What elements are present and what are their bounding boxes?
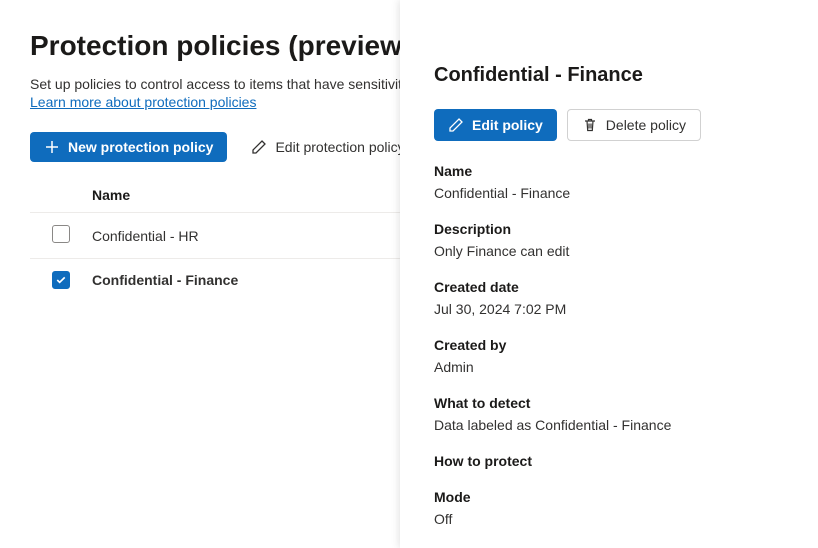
edit-icon bbox=[251, 139, 267, 155]
field-created-by: Created by Admin bbox=[434, 337, 784, 375]
field-created-date: Created date Jul 30, 2024 7:02 PM bbox=[434, 279, 784, 317]
field-how-to-protect: How to protect bbox=[434, 453, 784, 469]
field-value: Jul 30, 2024 7:02 PM bbox=[434, 301, 784, 317]
field-value: Off bbox=[434, 511, 784, 527]
field-label: Mode bbox=[434, 489, 784, 505]
field-label: Description bbox=[434, 221, 784, 237]
delete-icon bbox=[582, 117, 598, 133]
plus-icon bbox=[44, 139, 60, 155]
learn-more-link[interactable]: Learn more about protection policies bbox=[30, 94, 256, 110]
field-value: Only Finance can edit bbox=[434, 243, 784, 259]
edit-policy-button[interactable]: Edit policy bbox=[434, 109, 557, 141]
field-label: Created by bbox=[434, 337, 784, 353]
edit-policy-label: Edit policy bbox=[472, 117, 543, 133]
row-checkbox[interactable] bbox=[52, 225, 70, 243]
field-mode: Mode Off bbox=[434, 489, 784, 527]
field-label: Created date bbox=[434, 279, 784, 295]
edit-policy-toolbar-label: Edit protection policy bbox=[275, 139, 404, 155]
field-description: Description Only Finance can edit bbox=[434, 221, 784, 259]
details-panel: Confidential - Finance Edit policy Delet… bbox=[400, 0, 818, 548]
field-value: Confidential - Finance bbox=[434, 185, 784, 201]
edit-icon bbox=[448, 117, 464, 133]
new-policy-label: New protection policy bbox=[68, 139, 213, 155]
field-label: How to protect bbox=[434, 453, 784, 469]
delete-policy-label: Delete policy bbox=[606, 117, 686, 133]
panel-title: Confidential - Finance bbox=[434, 64, 784, 87]
new-protection-policy-button[interactable]: New protection policy bbox=[30, 132, 227, 162]
field-label: What to detect bbox=[434, 395, 784, 411]
field-value: Data labeled as Confidential - Finance bbox=[434, 417, 784, 433]
field-name: Name Confidential - Finance bbox=[434, 163, 784, 201]
row-checkbox[interactable] bbox=[52, 271, 70, 289]
panel-actions: Edit policy Delete policy bbox=[434, 109, 784, 141]
edit-protection-policy-button[interactable]: Edit protection policy bbox=[237, 132, 418, 162]
delete-policy-button[interactable]: Delete policy bbox=[567, 109, 701, 141]
field-label: Name bbox=[434, 163, 784, 179]
field-value: Admin bbox=[434, 359, 784, 375]
field-what-to-detect: What to detect Data labeled as Confident… bbox=[434, 395, 784, 433]
